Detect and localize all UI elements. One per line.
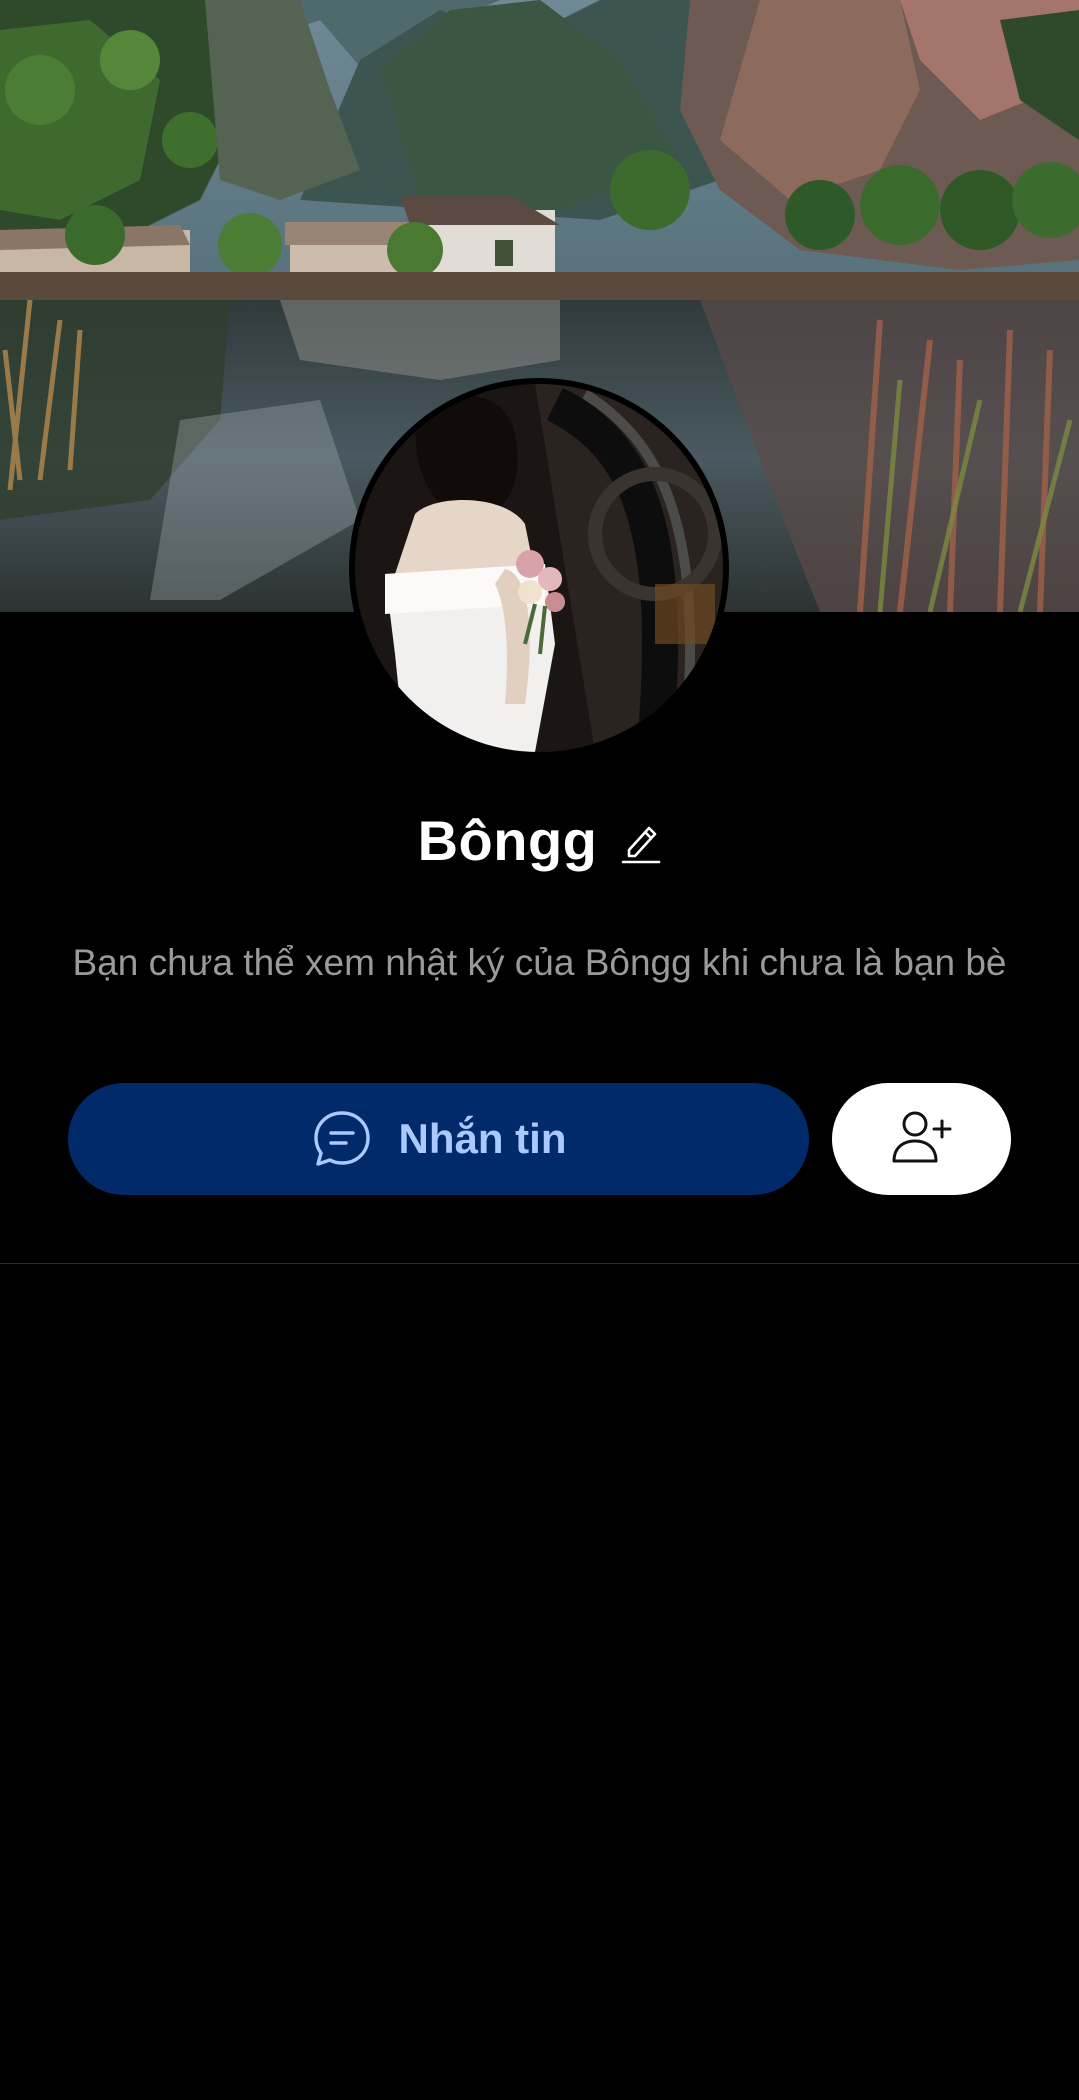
avatar-image [355,384,723,752]
add-friend-button[interactable] [832,1083,1011,1195]
diary-restriction-notice: Bạn chưa thể xem nhật ký của Bôngg khi c… [72,942,1007,983]
section-divider [0,1263,1079,1264]
profile-name: Bôngg [417,808,598,872]
pencil-icon[interactable] [621,816,661,864]
profile-avatar[interactable] [349,378,729,758]
chat-bubble-icon [311,1108,373,1170]
message-button[interactable]: Nhắn tin [68,1083,809,1195]
profile-name-row: Bôngg [0,800,1079,880]
add-friend-icon [890,1109,954,1170]
message-button-label: Nhắn tin [398,1115,567,1162]
